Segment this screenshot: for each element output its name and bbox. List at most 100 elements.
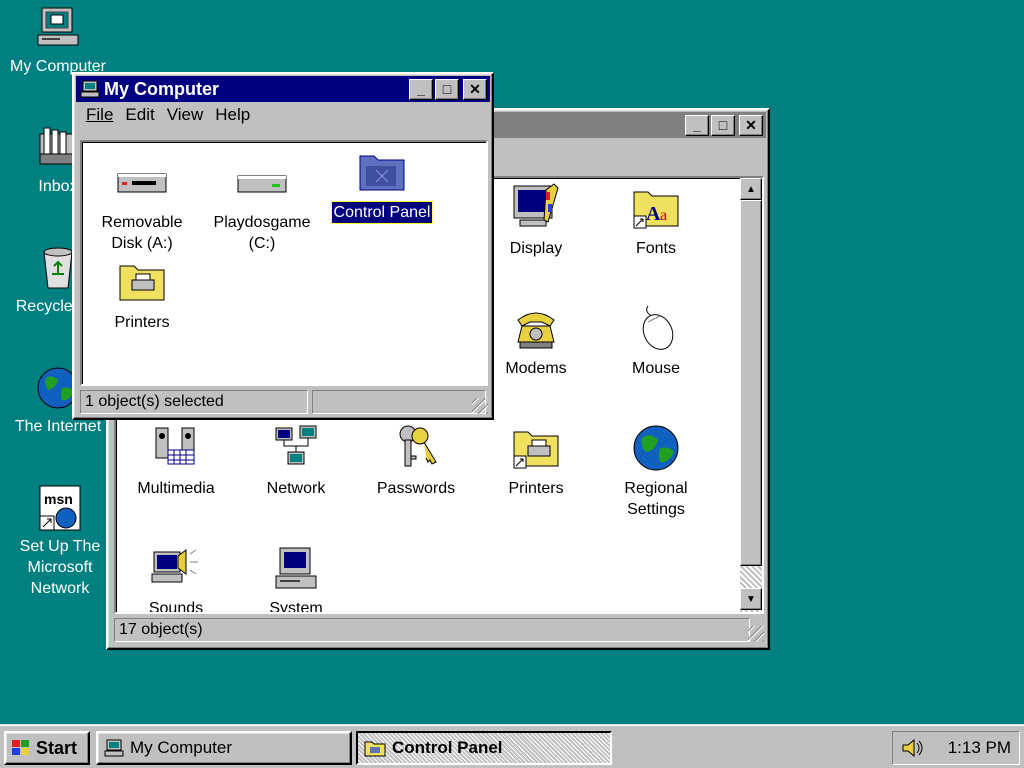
control-panel-folder-icon: [356, 146, 408, 198]
menu-view[interactable]: View: [161, 105, 210, 125]
mc-item-printers[interactable]: Printers: [82, 256, 202, 333]
cp-item-label: Regional Settings: [624, 480, 688, 518]
mc-item-label: Control Panel: [330, 201, 434, 224]
control-panel-statusbar: 17 object(s): [114, 618, 764, 642]
status-selection: 1 object(s) selected: [80, 390, 308, 414]
cp-item-mouse[interactable]: Mouse: [596, 302, 716, 379]
control-panel-task-icon: [364, 739, 386, 757]
menu-help[interactable]: Help: [209, 105, 256, 125]
windows-logo-icon: [10, 738, 32, 758]
cp-item-label: Sounds: [148, 600, 204, 614]
scroll-thumb[interactable]: [740, 200, 762, 566]
floppy-drive-icon: [116, 156, 168, 208]
system-computer-icon: [270, 542, 322, 594]
cp-item-regional-settings[interactable]: Regional Settings: [596, 422, 716, 520]
my-computer-title: My Computer: [104, 78, 220, 99]
hard-drive-icon: [236, 156, 288, 208]
mc-item-label: Printers: [114, 314, 170, 331]
task-control-panel[interactable]: Control Panel: [356, 731, 612, 765]
maximize-button[interactable]: □: [435, 78, 459, 100]
task-my-computer[interactable]: My Computer: [96, 731, 352, 765]
my-computer-titlebar[interactable]: My Computer _ □ ✕: [76, 76, 490, 102]
close-button[interactable]: ✕: [463, 78, 487, 100]
mc-item-label: Removable Disk (A:): [101, 214, 183, 252]
close-button[interactable]: ✕: [739, 114, 763, 136]
my-computer-statusbar: 1 object(s) selected: [80, 390, 488, 414]
maximize-icon: □: [718, 117, 728, 133]
volume-speaker-icon[interactable]: [901, 737, 925, 759]
maximize-button[interactable]: □: [711, 114, 735, 136]
cp-item-label: Printers: [508, 480, 564, 497]
scroll-up-button[interactable]: ▲: [740, 178, 762, 200]
cp-item-label: Fonts: [635, 240, 676, 257]
keys-icon: [390, 422, 442, 474]
my-computer-title-icon: [80, 80, 100, 98]
my-computer-icon: [34, 4, 82, 52]
my-computer-menubar: File Edit View Help: [76, 102, 490, 128]
multimedia-icon: [150, 422, 202, 474]
control-panel-vertical-scrollbar[interactable]: ▲ ▼: [740, 178, 762, 612]
close-icon: ✕: [745, 117, 757, 133]
mc-item-playdosgame[interactable]: Playdosgame (C:): [202, 156, 322, 254]
system-tray: 1:13 PM: [892, 731, 1020, 765]
minimize-icon: _: [693, 117, 701, 133]
modem-phone-icon: [510, 302, 562, 354]
svg-text:a: a: [660, 207, 667, 224]
task-label: Control Panel: [392, 738, 503, 757]
mc-item-removable-disk[interactable]: Removable Disk (A:): [82, 156, 202, 254]
mc-item-label: Playdosgame (C:): [213, 214, 311, 252]
status-object-count: 17 object(s): [114, 618, 750, 642]
cp-item-label: Modems: [505, 360, 567, 377]
close-icon: ✕: [469, 81, 481, 97]
svg-text:A: A: [646, 203, 661, 225]
desktop-icon-my-computer[interactable]: My Computer: [8, 4, 108, 77]
cp-item-label: Mouse: [631, 360, 681, 377]
mc-item-control-panel[interactable]: Control Panel: [322, 146, 442, 224]
cp-item-passwords[interactable]: Passwords: [356, 422, 476, 499]
resize-grip[interactable]: [472, 398, 488, 414]
msn-icon: msn: [36, 484, 84, 532]
desktop-icon-msn[interactable]: msn Set Up The Microsoft Network: [10, 484, 110, 599]
status-empty-panel: [312, 390, 486, 414]
cp-item-modems[interactable]: Modems: [476, 302, 596, 379]
start-button[interactable]: Start: [4, 731, 90, 765]
start-label: Start: [36, 737, 78, 758]
speaker-icon: [150, 542, 202, 594]
minimize-icon: _: [417, 81, 425, 97]
cp-item-network[interactable]: Network: [236, 422, 356, 499]
network-icon: [270, 422, 322, 474]
cp-item-system[interactable]: System: [236, 542, 356, 614]
menu-edit[interactable]: Edit: [119, 105, 160, 125]
cp-item-fonts[interactable]: Aa Fonts: [596, 182, 716, 259]
cp-item-label: Multimedia: [137, 480, 215, 497]
cp-item-multimedia[interactable]: Multimedia: [116, 422, 236, 499]
fonts-folder-icon: Aa: [630, 182, 682, 234]
my-computer-content: Removable Disk (A:) Playdosgame (C:) Con…: [80, 140, 488, 386]
printers-folder-icon: [116, 256, 168, 308]
mouse-icon: [630, 302, 682, 354]
taskbar: Start My Computer Control Panel 1:13 PM: [0, 724, 1024, 768]
cp-item-label: Display: [509, 240, 563, 257]
menu-file[interactable]: File: [80, 105, 119, 125]
display-icon: [510, 182, 562, 234]
cp-item-label: Passwords: [376, 480, 456, 497]
desktop-icon-label: Set Up The Microsoft Network: [19, 538, 101, 597]
cp-item-display[interactable]: Display: [476, 182, 596, 259]
cp-item-sounds[interactable]: Sounds: [116, 542, 236, 614]
cp-item-label: Network: [266, 480, 326, 497]
resize-grip[interactable]: [748, 626, 764, 642]
globe-icon: [630, 422, 682, 474]
my-computer-window[interactable]: My Computer _ □ ✕ File Edit View Help Re…: [72, 72, 494, 420]
arrow-up-icon: ▲: [746, 183, 756, 195]
clock[interactable]: 1:13 PM: [948, 738, 1011, 758]
task-label: My Computer: [130, 738, 233, 757]
minimize-button[interactable]: _: [685, 114, 709, 136]
maximize-icon: □: [442, 81, 452, 97]
scroll-down-button[interactable]: ▼: [740, 588, 762, 610]
arrow-down-icon: ▼: [746, 593, 756, 605]
printers-folder-icon: [510, 422, 562, 474]
cp-item-label: System: [269, 600, 323, 614]
my-computer-task-icon: [104, 739, 124, 757]
cp-item-printers[interactable]: Printers: [476, 422, 596, 499]
minimize-button[interactable]: _: [409, 78, 433, 100]
